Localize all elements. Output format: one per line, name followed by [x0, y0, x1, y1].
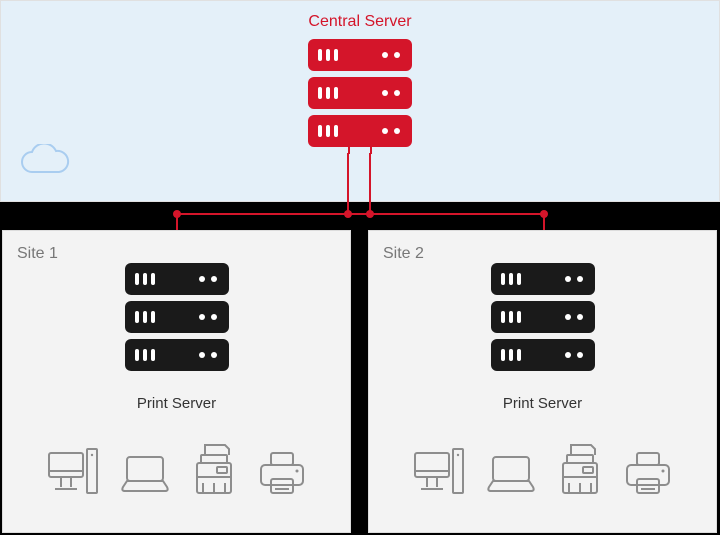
print-server-icon: [125, 263, 229, 371]
connection-node: [366, 210, 374, 218]
site-label: Site 2: [383, 245, 424, 263]
desktop-icon: [413, 447, 465, 495]
central-server-title: Central Server: [308, 13, 411, 31]
print-server-label: Print Server: [503, 395, 582, 412]
connection-node: [173, 210, 181, 218]
cloud-panel: Central Server: [0, 0, 720, 202]
printer-icon: [257, 451, 307, 495]
desktop-icon: [47, 447, 99, 495]
device-row: [413, 443, 673, 495]
copier-icon: [557, 443, 603, 495]
print-server-icon: [491, 263, 595, 371]
laptop-icon: [119, 455, 171, 495]
site-panel-1: Site 1 Print Server: [2, 230, 351, 533]
cloud-icon: [19, 144, 71, 183]
printer-icon: [623, 451, 673, 495]
site-label: Site 1: [17, 245, 58, 263]
site-panel-2: Site 2 Print Server: [368, 230, 717, 533]
device-row: [47, 443, 307, 495]
copier-icon: [191, 443, 237, 495]
print-server-label: Print Server: [137, 395, 216, 412]
connection-node: [540, 210, 548, 218]
connection-line: [176, 213, 544, 215]
connection-line: [369, 153, 371, 214]
connection-node: [344, 210, 352, 218]
laptop-icon: [485, 455, 537, 495]
central-server-icon: [308, 39, 412, 147]
connection-line: [347, 153, 349, 214]
